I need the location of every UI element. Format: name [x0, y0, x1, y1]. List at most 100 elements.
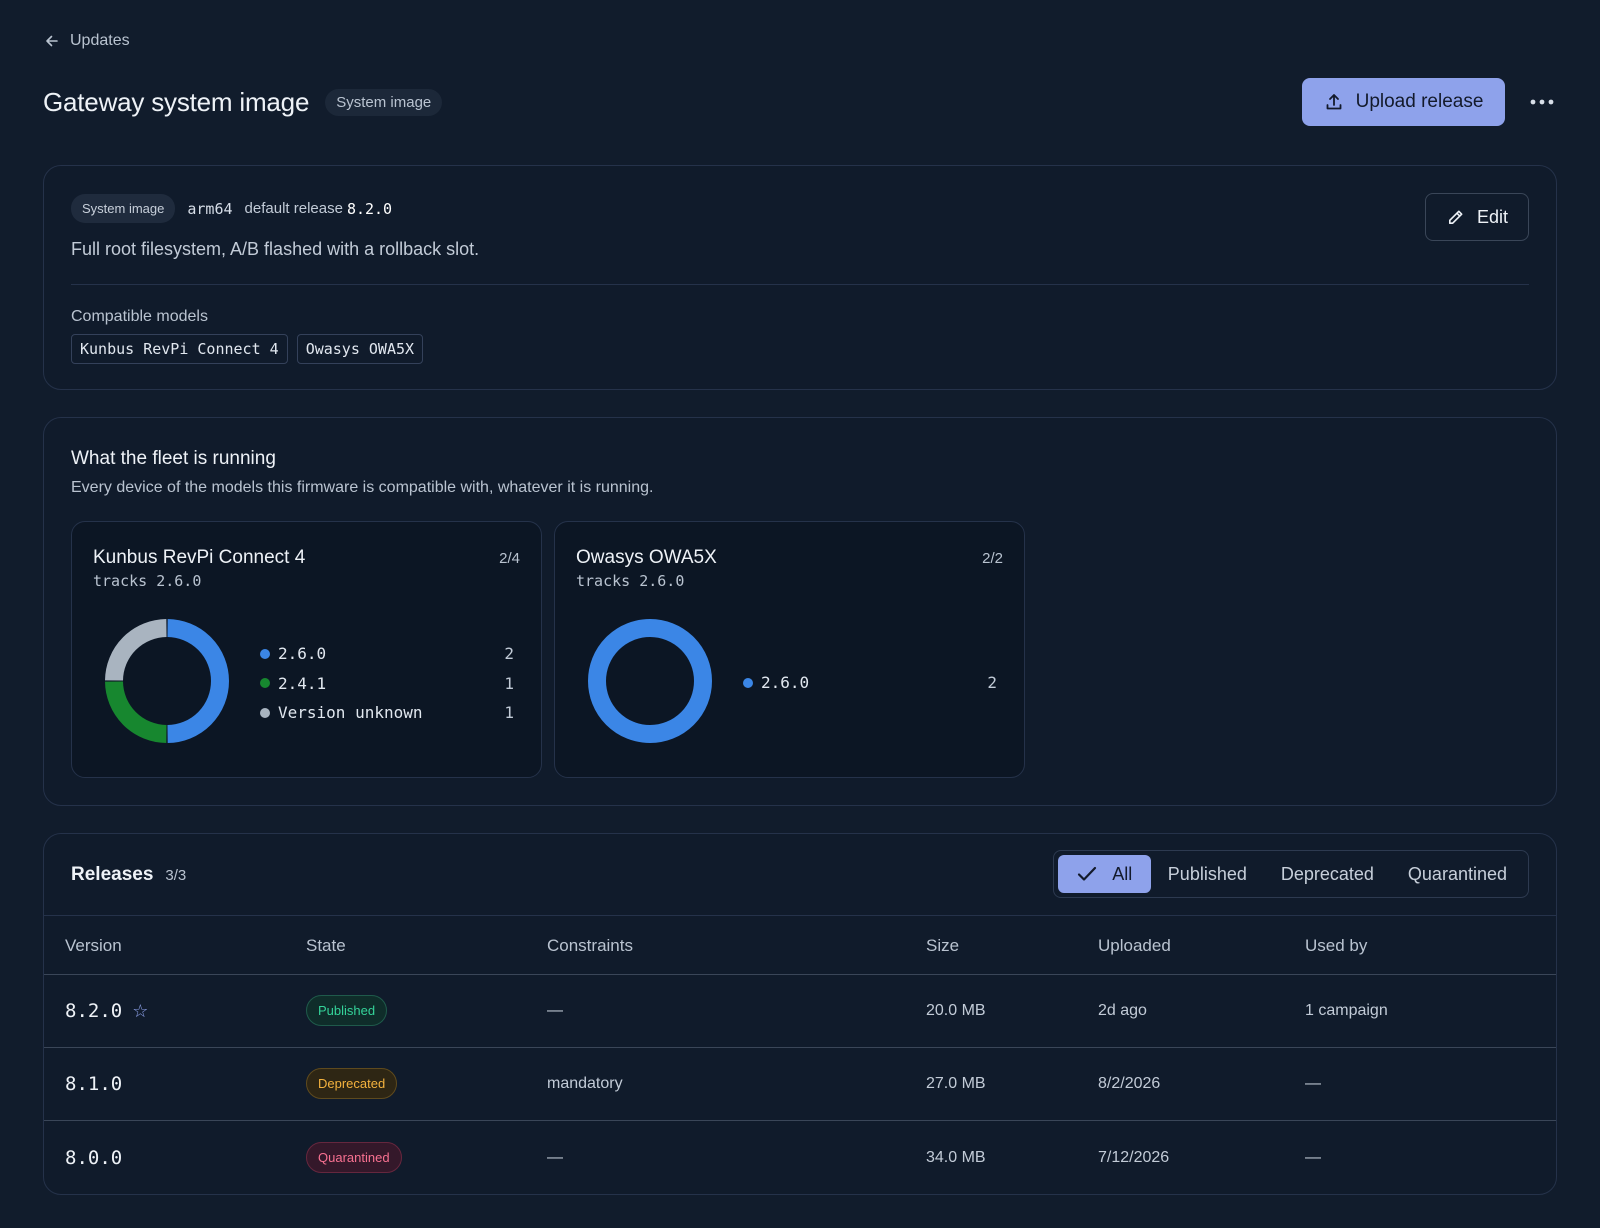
back-link[interactable]: Updates	[44, 32, 130, 50]
releases-card: Releases 3/3 All Published Deprecated Qu…	[43, 833, 1557, 1195]
release-filter-tabs: All Published Deprecated Quarantined	[1052, 850, 1529, 898]
release-size: 20.0 MB	[926, 1002, 986, 1019]
release-constraints: mandatory	[547, 1075, 623, 1092]
filter-tab-deprecated[interactable]: Deprecated	[1264, 855, 1391, 893]
fleet-card: What the fleet is running Every device o…	[43, 417, 1557, 806]
release-version-text: 8.2.0	[65, 1000, 123, 1022]
firmware-description: Full root filesystem, A/B flashed with a…	[71, 239, 480, 259]
page-header: Gateway system image System image Upload…	[43, 78, 1557, 126]
model-chip: Owasys OWA5X	[296, 334, 424, 364]
release-version-text: 8.1.0	[65, 1073, 123, 1095]
firmware-info-card: System image arm64 default release 8.2.0…	[43, 165, 1557, 390]
model-distribution-card: Owasys OWA5X 2/2 tracks 2.6.0 2.6.0 2	[554, 521, 1025, 778]
release-used-by: —	[1305, 1148, 1321, 1166]
table-row[interactable]: 8.0.0 Quarantined — 34.0 MB 7/12/2026 —	[44, 1121, 1556, 1194]
legend-label: Version unknown	[278, 703, 423, 723]
upload-icon	[1326, 94, 1341, 110]
model-tracks: tracks 2.6.0	[93, 572, 202, 590]
page-title: Gateway system image	[43, 86, 310, 117]
column-header-constraints: Constraints	[547, 936, 633, 955]
filter-tab-all[interactable]: All	[1057, 855, 1151, 893]
legend-dot	[260, 678, 270, 689]
legend-dot	[260, 648, 270, 659]
release-size: 34.0 MB	[926, 1148, 986, 1166]
legend-dot	[260, 707, 270, 718]
arrow-left-icon	[46, 35, 58, 47]
star-icon: ☆	[132, 1000, 149, 1021]
release-uploaded: 7/12/2026	[1098, 1148, 1170, 1166]
donut-slice	[167, 619, 229, 743]
donut-slice	[588, 619, 712, 743]
type-badge: System image	[71, 194, 176, 223]
version-legend: 2.6.0 2	[743, 668, 997, 698]
legend-count: 2	[504, 644, 514, 664]
model-chip: Kunbus RevPi Connect 4	[71, 334, 288, 364]
release-uploaded: 8/2/2026	[1098, 1075, 1161, 1092]
legend-item: 2.4.1 1	[260, 669, 514, 699]
type-badge: System image	[325, 88, 443, 116]
more-options-button[interactable]	[1527, 87, 1557, 117]
default-release-label: default release	[244, 200, 343, 217]
release-version: 8.1.0	[65, 1073, 122, 1095]
releases-title: Releases	[71, 864, 154, 885]
status-badge: Deprecated	[306, 1068, 398, 1099]
legend-count: 1	[504, 673, 514, 693]
check-icon	[1078, 866, 1097, 881]
compatible-models-list: Kunbus RevPi Connect 4 Owasys OWA5X	[71, 334, 424, 364]
version-legend: 2.6.0 2 2.4.1 1 Version unknown 1	[260, 639, 514, 728]
column-header-version: Version	[65, 936, 122, 955]
ellipsis-icon	[1530, 99, 1554, 105]
status-badge: Quarantined	[306, 1141, 402, 1173]
firmware-meta: System image arm64 default release 8.2.0	[71, 194, 392, 223]
legend-label: 2.6.0	[761, 673, 810, 693]
release-state: Quarantined	[306, 1141, 402, 1173]
back-link-label: Updates	[70, 32, 130, 49]
version-donut-chart	[588, 619, 712, 743]
pencil-icon	[1448, 210, 1463, 224]
architecture: arm64	[187, 199, 233, 218]
release-uploaded: 2d ago	[1098, 1002, 1147, 1019]
edit-label: Edit	[1476, 206, 1509, 227]
donut-slice	[105, 681, 167, 743]
release-constraints: —	[547, 1148, 563, 1166]
releases-table: Version State Constraints Size Uploaded …	[44, 915, 1556, 1194]
legend-item: 2.6.0 2	[260, 639, 514, 669]
donut-slice	[105, 619, 167, 681]
filter-tab-quarantined[interactable]: Quarantined	[1391, 855, 1524, 893]
model-device-count: 2/4	[499, 550, 520, 567]
edit-button[interactable]: Edit	[1425, 193, 1529, 241]
legend-count: 1	[504, 703, 514, 723]
version-donut-chart	[105, 619, 229, 743]
upload-release-label: Upload release	[1355, 91, 1484, 112]
release-version: 8.2.0 ☆	[65, 1000, 148, 1022]
table-row[interactable]: 8.1.0 Deprecated mandatory 27.0 MB 8/2/2…	[44, 1048, 1556, 1121]
upload-release-button[interactable]: Upload release	[1302, 78, 1505, 126]
model-name: Owasys OWA5X	[576, 547, 717, 568]
release-constraints: —	[547, 1002, 563, 1019]
release-version-text: 8.0.0	[65, 1146, 123, 1169]
legend-count: 2	[987, 673, 997, 693]
filter-tab-label: All	[1112, 863, 1133, 884]
release-used-by: —	[1305, 1075, 1321, 1092]
model-device-count: 2/2	[982, 550, 1003, 567]
model-name: Kunbus RevPi Connect 4	[93, 547, 306, 568]
model-tracks: tracks 2.6.0	[576, 572, 685, 590]
model-distribution-card: Kunbus RevPi Connect 4 2/4 tracks 2.6.0 …	[71, 521, 542, 778]
release-version: 8.0.0	[65, 1147, 122, 1169]
legend-label: 2.6.0	[278, 644, 327, 664]
table-row[interactable]: 8.2.0 ☆ Published — 20.0 MB 2d ago 1 cam…	[44, 975, 1556, 1048]
column-header-size: Size	[926, 936, 960, 955]
releases-count: 3/3	[165, 867, 187, 884]
release-size: 27.0 MB	[926, 1075, 986, 1092]
table-header: Version State Constraints Size Uploaded …	[44, 915, 1556, 975]
release-state: Deprecated	[306, 1068, 398, 1099]
filter-tab-published[interactable]: Published	[1151, 855, 1264, 893]
default-release-value: 8.2.0	[346, 199, 393, 218]
legend-label: 2.4.1	[278, 673, 327, 693]
column-header-uploaded: Uploaded	[1098, 936, 1171, 955]
fleet-subtitle: Every device of the models this firmware…	[71, 479, 654, 496]
legend-item: 2.6.0 2	[743, 668, 997, 698]
status-badge: Published	[306, 995, 388, 1026]
column-header-state: State	[306, 936, 346, 955]
column-header-used-by: Used by	[1305, 936, 1368, 955]
